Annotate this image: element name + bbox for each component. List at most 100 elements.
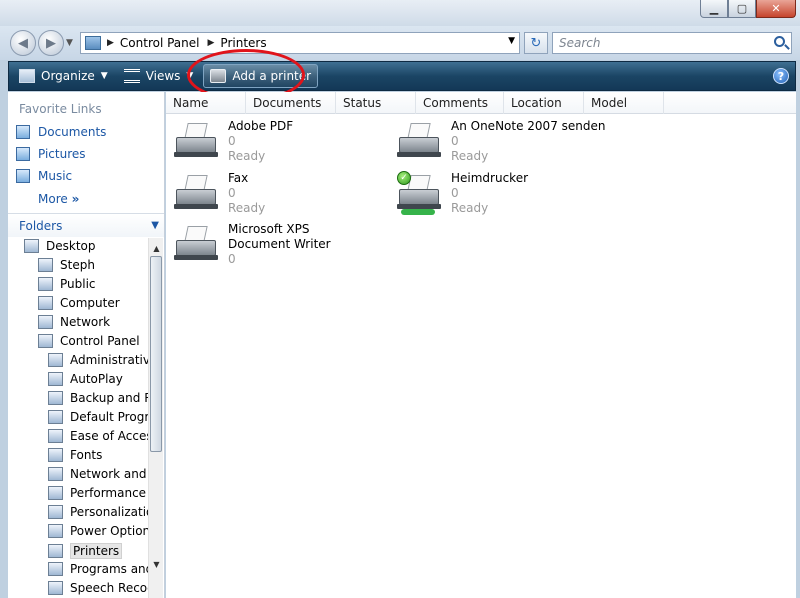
tree-item[interactable]: Control Panel [38,334,140,348]
folder-tree-scrollbar[interactable]: ▲ ▼ [148,238,163,598]
printer-item[interactable]: ✓ Heimdrucker 0 Ready [395,171,528,217]
printer-documents: 0 [451,186,459,200]
folder-icon [38,258,53,272]
caption-buttons: ▁ ▢ ✕ [700,0,796,18]
printer-item[interactable]: An OneNote 2007 senden 0 Ready [395,119,605,165]
tree-item[interactable]: Network and S [48,467,158,481]
organize-button[interactable]: Organize ▼ [13,64,114,88]
column-header[interactable]: Model [584,92,664,114]
folder-icon [48,505,63,519]
folder-icon [38,277,53,291]
back-arrow-icon: ◀ [18,35,28,51]
back-button[interactable]: ◀ [10,30,36,56]
folder-icon [24,239,39,253]
tree-item[interactable]: Network [38,315,110,329]
printers-list: Name Documents Status Comments Location Model… [166,92,796,598]
printer-status: Ready [451,149,489,163]
address-dropdown-icon[interactable]: ▼ [508,36,515,46]
forward-button[interactable]: ▶ [38,30,64,56]
chevron-down-icon: ▼ [100,71,108,81]
help-button[interactable]: ? [773,68,789,84]
favorite-link-music[interactable]: Music [16,169,72,183]
printer-status: Ready [451,201,489,215]
tree-item[interactable]: Power Options [48,524,156,538]
folder-icon [48,429,63,443]
folder-icon [48,467,63,481]
column-header[interactable]: Documents [246,92,336,114]
printer-name: Adobe PDF [228,119,294,133]
navigation-pane: Favorite Links Documents Pictures Music … [8,92,165,598]
tree-item[interactable]: Programs and [48,562,153,576]
tree-item[interactable]: Fonts [48,448,102,462]
tree-item[interactable]: Performance Ir [48,486,158,500]
minimize-button[interactable]: ▁ [700,0,728,18]
printer-icon [172,222,220,268]
tree-item[interactable]: Printers [48,543,123,559]
maximize-button[interactable]: ▢ [728,0,756,18]
column-header[interactable]: Comments [416,92,504,114]
address-row: ◀ ▶ ▼ ▶ Control Panel ▶ Printers ▼ ↻ Searc… [0,26,800,60]
folders-header[interactable]: Folders ▼ [8,213,164,237]
views-icon [123,69,140,83]
scroll-thumb[interactable] [150,256,162,452]
views-button[interactable]: Views ▼ [118,64,200,88]
breadcrumb-control-panel[interactable]: ▶ Control Panel [107,36,200,50]
folder-icon [48,562,63,576]
column-header[interactable]: Location [504,92,584,114]
printer-icon [172,119,220,165]
refresh-button[interactable]: ↻ [524,32,548,54]
printer-item[interactable]: Adobe PDF 0 Ready [172,119,293,165]
breadcrumb-arrow-icon[interactable]: ▶ [208,38,215,48]
default-network-printer-icon: ✓ [395,171,443,217]
organize-icon [19,69,35,83]
explorer-window: ▁ ▢ ✕ ◀ ▶ ▼ ▶ Control Panel ▶ Printers ▼ ↻… [0,0,800,598]
printer-item[interactable]: Fax 0 Ready [172,171,265,217]
printer-item[interactable]: Microsoft XPS Document Writer 0 [172,222,368,268]
folder-icon [38,315,53,329]
add-printer-button[interactable]: Add a printer [203,64,319,88]
folder-icon [48,448,63,462]
printer-documents: 0 [228,252,236,266]
printer-documents: 0 [228,186,236,200]
tree-item[interactable]: Speech Recog [48,581,155,595]
recent-pages-dropdown[interactable]: ▼ [66,38,73,48]
column-header[interactable]: Status [336,92,416,114]
favorite-link-documents[interactable]: Documents [16,125,106,139]
folder-icon [38,296,53,310]
folder-icon [48,410,63,424]
chevron-down-icon: ▼ [186,71,194,81]
scroll-up-icon[interactable]: ▲ [149,240,164,256]
tree-item[interactable]: Ease of Access [48,429,159,443]
tree-item[interactable]: Desktop [24,239,96,253]
folder-icon [48,486,63,500]
breadcrumb-printers[interactable]: ▶ Printers [208,36,267,50]
close-button[interactable]: ✕ [756,0,796,18]
tree-item[interactable]: Personalizatio [48,505,153,519]
breadcrumb-arrow-icon[interactable]: ▶ [107,38,114,48]
documents-icon [16,125,30,139]
folder-icon [48,391,63,405]
folder-icon [48,544,63,558]
tree-item[interactable]: Public [38,277,96,291]
printer-documents: 0 [451,134,459,148]
search-icon[interactable] [774,36,785,47]
tree-item[interactable]: Steph [38,258,95,272]
add-printer-icon [210,69,227,83]
folder-icon [48,353,63,367]
favorite-link-pictures[interactable]: Pictures [16,147,86,161]
scroll-down-icon[interactable]: ▼ [149,556,164,572]
tree-item[interactable]: Default Progra [48,410,157,424]
more-links[interactable]: More » [38,192,79,206]
printer-name: An OneNote 2007 senden [451,119,606,133]
address-bar[interactable]: ▶ Control Panel ▶ Printers ▼ [80,32,520,54]
fax-icon [172,171,220,217]
refresh-icon: ↻ [530,35,542,51]
printer-status: Ready [228,201,266,215]
column-header[interactable]: Name [166,92,246,114]
search-input[interactable]: Search [552,32,792,54]
tree-item[interactable]: AutoPlay [48,372,123,386]
tree-item[interactable]: Administrative [48,353,157,367]
tree-item[interactable]: Computer [38,296,120,310]
tree-item[interactable]: Backup and Re [48,391,159,405]
printer-icon [395,119,443,165]
